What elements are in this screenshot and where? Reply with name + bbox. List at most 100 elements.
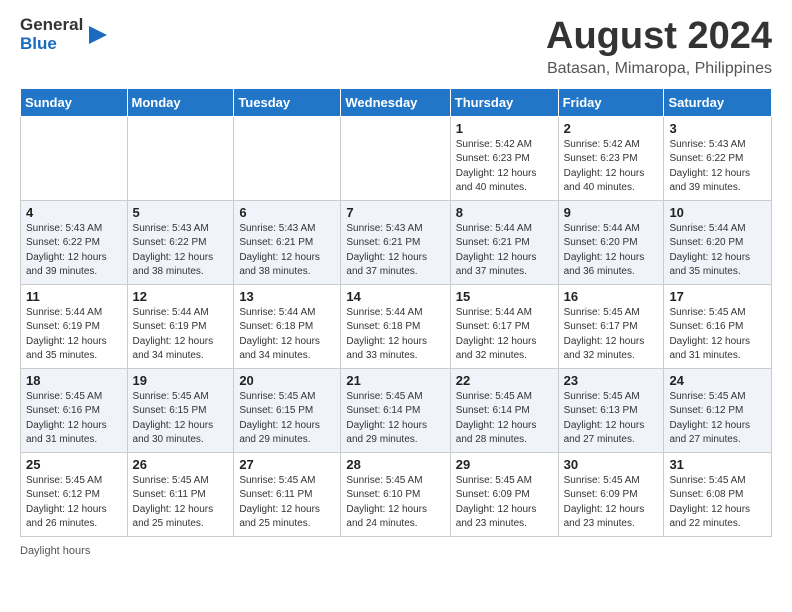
day-number: 24 — [669, 373, 766, 388]
day-detail: Sunrise: 5:45 AM Sunset: 6:10 PM Dayligh… — [346, 474, 444, 532]
table-row: 15 Sunrise: 5:44 AM Sunset: 6:17 PM Dayli… — [450, 284, 558, 368]
day-number: 20 — [239, 373, 335, 388]
calendar-week-4: 18 Sunrise: 5:45 AM Sunset: 6:16 PM Dayli… — [21, 368, 772, 452]
day-detail: Sunrise: 5:44 AM Sunset: 6:18 PM Dayligh… — [239, 306, 335, 364]
day-number: 28 — [346, 457, 444, 472]
day-detail: Sunrise: 5:43 AM Sunset: 6:22 PM Dayligh… — [26, 222, 122, 280]
day-number: 7 — [346, 205, 444, 220]
logo-triangle-icon — [85, 24, 107, 46]
day-detail: Sunrise: 5:44 AM Sunset: 6:17 PM Dayligh… — [456, 306, 553, 364]
day-number: 21 — [346, 373, 444, 388]
page-subtitle: Batasan, Mimaropa, Philippines — [546, 60, 772, 78]
day-detail: Sunrise: 5:45 AM Sunset: 6:14 PM Dayligh… — [456, 390, 553, 448]
day-detail: Sunrise: 5:45 AM Sunset: 6:15 PM Dayligh… — [133, 390, 229, 448]
logo: General Blue — [20, 16, 107, 53]
col-friday: Friday — [558, 88, 664, 116]
day-detail: Sunrise: 5:44 AM Sunset: 6:19 PM Dayligh… — [26, 306, 122, 364]
title-block: August 2024 Batasan, Mimaropa, Philippin… — [546, 16, 772, 78]
day-number: 26 — [133, 457, 229, 472]
calendar-week-2: 4 Sunrise: 5:43 AM Sunset: 6:22 PM Daylig… — [21, 200, 772, 284]
calendar-week-3: 11 Sunrise: 5:44 AM Sunset: 6:19 PM Dayli… — [21, 284, 772, 368]
day-detail: Sunrise: 5:45 AM Sunset: 6:12 PM Dayligh… — [669, 390, 766, 448]
table-row: 25 Sunrise: 5:45 AM Sunset: 6:12 PM Dayli… — [21, 452, 128, 536]
day-number: 22 — [456, 373, 553, 388]
table-row: 3Sunrise: 5:43 AM Sunset: 6:22 PM Daylig… — [664, 116, 772, 200]
table-row: 12 Sunrise: 5:44 AM Sunset: 6:19 PM Dayli… — [127, 284, 234, 368]
day-number: 19 — [133, 373, 229, 388]
day-number: 12 — [133, 289, 229, 304]
table-row: 24 Sunrise: 5:45 AM Sunset: 6:12 PM Dayli… — [664, 368, 772, 452]
day-number: 18 — [26, 373, 122, 388]
col-tuesday: Tuesday — [234, 88, 341, 116]
day-number: 14 — [346, 289, 444, 304]
table-row: 20 Sunrise: 5:45 AM Sunset: 6:15 PM Dayli… — [234, 368, 341, 452]
day-detail: Sunrise: 5:45 AM Sunset: 6:12 PM Dayligh… — [26, 474, 122, 532]
calendar-week-5: 25 Sunrise: 5:45 AM Sunset: 6:12 PM Dayli… — [21, 452, 772, 536]
day-number: 6 — [239, 205, 335, 220]
day-detail: Sunrise: 5:44 AM Sunset: 6:20 PM Dayligh… — [669, 222, 766, 280]
day-number: 11 — [26, 289, 122, 304]
calendar-header: Sunday Monday Tuesday Wednesday Thursday… — [21, 88, 772, 116]
day-detail: Sunrise: 5:45 AM Sunset: 6:13 PM Dayligh… — [564, 390, 659, 448]
table-row: 17Sunrise: 5:45 AM Sunset: 6:16 PM Dayli… — [664, 284, 772, 368]
logo-general-text: General — [20, 15, 83, 34]
table-row: 14Sunrise: 5:44 AM Sunset: 6:18 PM Dayli… — [341, 284, 450, 368]
table-row: 21Sunrise: 5:45 AM Sunset: 6:14 PM Dayli… — [341, 368, 450, 452]
day-number: 2 — [564, 121, 659, 136]
table-row — [341, 116, 450, 200]
day-detail: Sunrise: 5:45 AM Sunset: 6:11 PM Dayligh… — [239, 474, 335, 532]
day-detail: Sunrise: 5:45 AM Sunset: 6:08 PM Dayligh… — [669, 474, 766, 532]
day-number: 13 — [239, 289, 335, 304]
day-number: 16 — [564, 289, 659, 304]
col-sunday: Sunday — [21, 88, 128, 116]
table-row: 1 Sunrise: 5:42 AM Sunset: 6:23 PM Daylig… — [450, 116, 558, 200]
day-detail: Sunrise: 5:42 AM Sunset: 6:23 PM Dayligh… — [456, 138, 553, 196]
day-detail: Sunrise: 5:43 AM Sunset: 6:22 PM Dayligh… — [133, 222, 229, 280]
table-row: 26Sunrise: 5:45 AM Sunset: 6:11 PM Dayli… — [127, 452, 234, 536]
table-row: 22 Sunrise: 5:45 AM Sunset: 6:14 PM Dayli… — [450, 368, 558, 452]
daylight-label: Daylight hours — [20, 545, 90, 557]
table-row: 10 Sunrise: 5:44 AM Sunset: 6:20 PM Dayli… — [664, 200, 772, 284]
day-number: 23 — [564, 373, 659, 388]
day-number: 1 — [456, 121, 553, 136]
day-detail: Sunrise: 5:43 AM Sunset: 6:21 PM Dayligh… — [346, 222, 444, 280]
table-row: 23 Sunrise: 5:45 AM Sunset: 6:13 PM Dayli… — [558, 368, 664, 452]
day-number: 9 — [564, 205, 659, 220]
table-row: 19 Sunrise: 5:45 AM Sunset: 6:15 PM Dayli… — [127, 368, 234, 452]
col-thursday: Thursday — [450, 88, 558, 116]
footer-note: Daylight hours — [20, 545, 772, 557]
day-number: 15 — [456, 289, 553, 304]
table-row: 5 Sunrise: 5:43 AM Sunset: 6:22 PM Daylig… — [127, 200, 234, 284]
day-number: 25 — [26, 457, 122, 472]
table-row: 30 Sunrise: 5:45 AM Sunset: 6:09 PM Dayli… — [558, 452, 664, 536]
table-row: 27Sunrise: 5:45 AM Sunset: 6:11 PM Dayli… — [234, 452, 341, 536]
table-row — [21, 116, 128, 200]
col-wednesday: Wednesday — [341, 88, 450, 116]
day-number: 4 — [26, 205, 122, 220]
table-row: 2Sunrise: 5:42 AM Sunset: 6:23 PM Daylig… — [558, 116, 664, 200]
day-detail: Sunrise: 5:45 AM Sunset: 6:09 PM Dayligh… — [564, 474, 659, 532]
day-detail: Sunrise: 5:45 AM Sunset: 6:16 PM Dayligh… — [669, 306, 766, 364]
day-detail: Sunrise: 5:44 AM Sunset: 6:19 PM Dayligh… — [133, 306, 229, 364]
table-row: 6Sunrise: 5:43 AM Sunset: 6:21 PM Daylig… — [234, 200, 341, 284]
day-number: 5 — [133, 205, 229, 220]
table-row: 13 Sunrise: 5:44 AM Sunset: 6:18 PM Dayli… — [234, 284, 341, 368]
day-detail: Sunrise: 5:45 AM Sunset: 6:17 PM Dayligh… — [564, 306, 659, 364]
table-row: 9Sunrise: 5:44 AM Sunset: 6:20 PM Daylig… — [558, 200, 664, 284]
col-monday: Monday — [127, 88, 234, 116]
table-row: 4 Sunrise: 5:43 AM Sunset: 6:22 PM Daylig… — [21, 200, 128, 284]
calendar-week-1: 1 Sunrise: 5:42 AM Sunset: 6:23 PM Daylig… — [21, 116, 772, 200]
table-row: 29Sunrise: 5:45 AM Sunset: 6:09 PM Dayli… — [450, 452, 558, 536]
page: General Blue August 2024 Batasan, Mimaro… — [0, 0, 792, 612]
col-saturday: Saturday — [664, 88, 772, 116]
header: General Blue August 2024 Batasan, Mimaro… — [20, 16, 772, 78]
day-number: 29 — [456, 457, 553, 472]
table-row: 11 Sunrise: 5:44 AM Sunset: 6:19 PM Dayli… — [21, 284, 128, 368]
day-detail: Sunrise: 5:43 AM Sunset: 6:22 PM Dayligh… — [669, 138, 766, 196]
day-detail: Sunrise: 5:45 AM Sunset: 6:16 PM Dayligh… — [26, 390, 122, 448]
day-number: 8 — [456, 205, 553, 220]
day-detail: Sunrise: 5:45 AM Sunset: 6:15 PM Dayligh… — [239, 390, 335, 448]
day-number: 30 — [564, 457, 659, 472]
table-row: 8Sunrise: 5:44 AM Sunset: 6:21 PM Daylig… — [450, 200, 558, 284]
day-number: 10 — [669, 205, 766, 220]
